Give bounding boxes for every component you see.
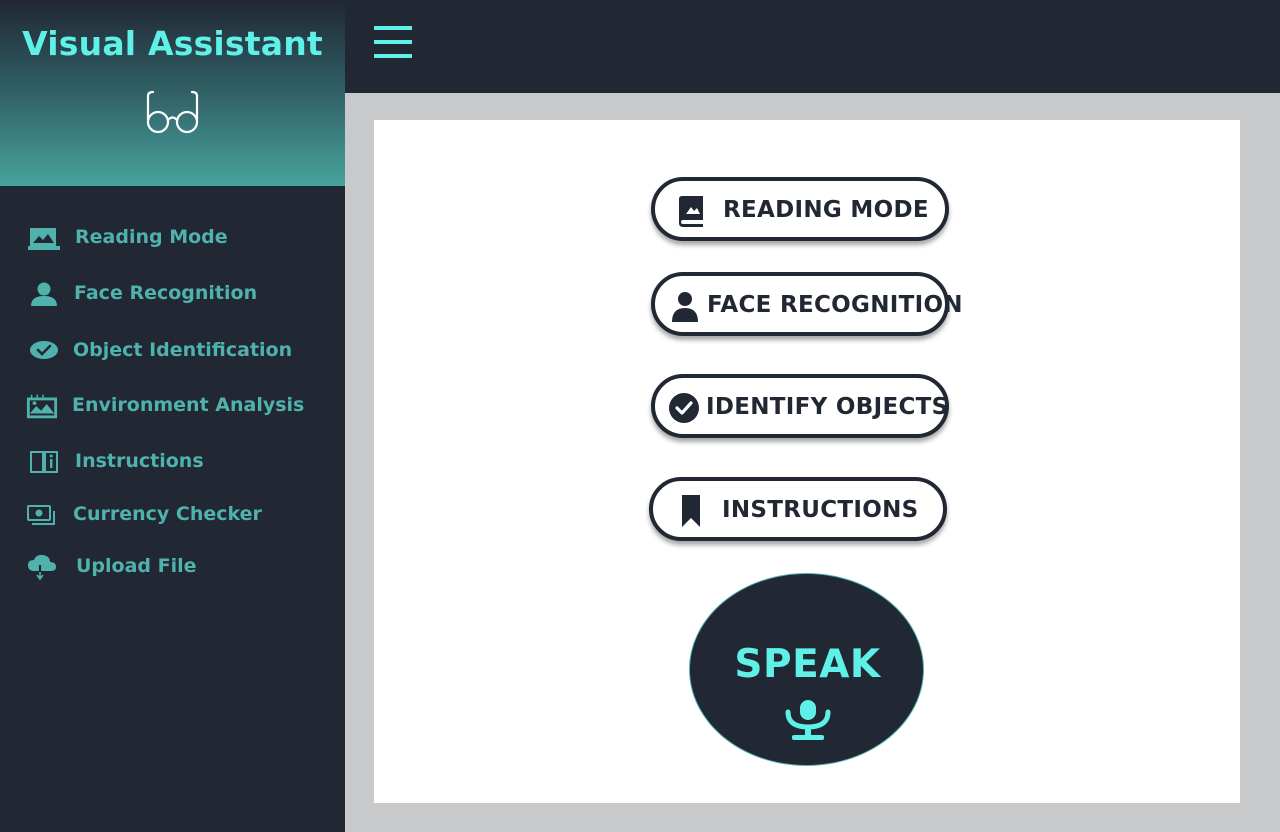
eye-check-icon — [30, 341, 58, 359]
sidebar-item-label: Upload File — [76, 555, 197, 577]
sidebar-item-label: Reading Mode — [75, 226, 228, 248]
book-info-icon — [30, 451, 58, 473]
identify-objects-button[interactable]: IDENTIFY OBJECTS — [651, 374, 949, 438]
sidebar-item-reading-mode[interactable]: Reading Mode — [0, 216, 345, 260]
user-icon — [672, 292, 698, 322]
app-title: Visual Assistant — [22, 24, 323, 63]
user-icon — [31, 282, 57, 306]
sidebar-item-upload-file[interactable]: Upload File — [0, 545, 345, 589]
button-label: IDENTIFY OBJECTS — [706, 394, 949, 420]
speak-button[interactable]: SPEAK — [689, 573, 924, 766]
button-label: FACE RECOGNITION — [707, 292, 963, 318]
book-icon — [679, 196, 703, 227]
glasses-icon — [146, 90, 199, 134]
sidebar-item-label: Environment Analysis — [72, 394, 305, 416]
sidebar-item-label: Face Recognition — [74, 282, 258, 304]
top-bar — [345, 0, 1280, 93]
book-image-icon — [28, 228, 60, 250]
money-icon — [27, 505, 55, 525]
microphone-icon — [785, 700, 831, 740]
sidebar: Visual Assistant Reading Mode Face Recog… — [0, 0, 345, 832]
sidebar-item-object-identification[interactable]: Object Identification — [0, 329, 345, 373]
brand-header: Visual Assistant — [0, 0, 345, 186]
main-panel: READING MODE FACE RECOGNITION IDENTIFY O… — [374, 120, 1240, 803]
check-circle-icon — [669, 393, 699, 423]
cloud-download-icon — [28, 554, 56, 581]
bookmark-icon — [682, 495, 700, 527]
hamburger-icon[interactable] — [373, 24, 413, 60]
face-recognition-button[interactable]: FACE RECOGNITION — [651, 272, 963, 336]
sidebar-item-face-recognition[interactable]: Face Recognition — [0, 272, 345, 316]
sidebar-item-label: Object Identification — [73, 339, 293, 361]
sidebar-item-instructions[interactable]: Instructions — [0, 440, 345, 484]
sidebar-item-label: Currency Checker — [73, 503, 262, 525]
sidebar-item-currency-checker[interactable]: Currency Checker — [0, 493, 345, 537]
sidebar-item-label: Instructions — [75, 450, 204, 472]
button-label: INSTRUCTIONS — [722, 497, 919, 523]
landscape-icon — [26, 394, 58, 419]
instructions-button[interactable]: INSTRUCTIONS — [649, 477, 947, 541]
sidebar-item-environment-analysis[interactable]: Environment Analysis — [0, 384, 345, 428]
speak-label: SPEAK — [734, 642, 881, 687]
button-label: READING MODE — [723, 197, 929, 223]
reading-mode-button[interactable]: READING MODE — [651, 177, 949, 241]
